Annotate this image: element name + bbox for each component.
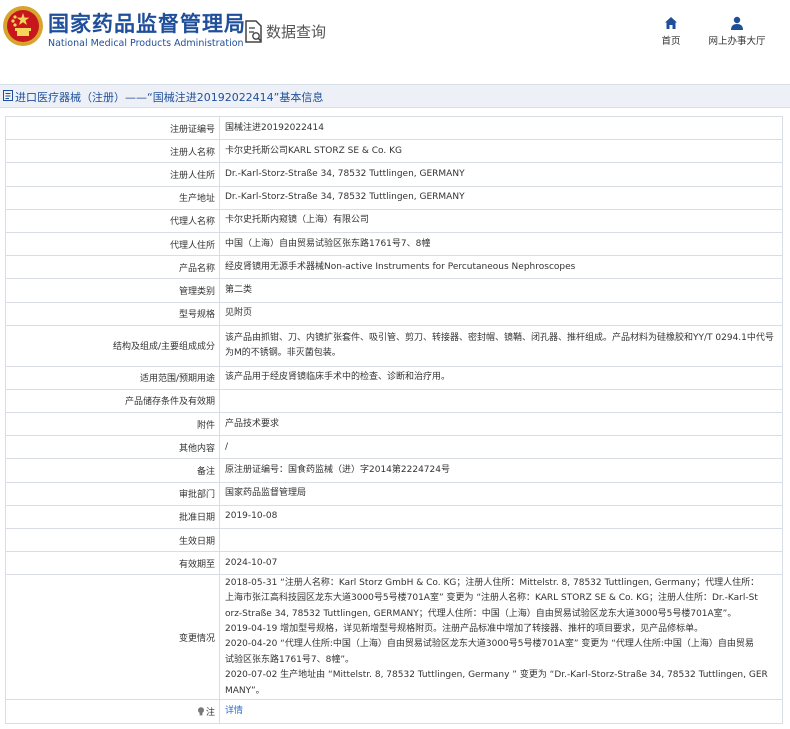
breadcrumb: 进口医疗器械（注册）——“国械注进20192022414”基本信息: [0, 84, 790, 108]
table-row: 注 详情: [5, 699, 783, 724]
field-value-remarks: 原注册证编号：国食药监械（进）字2014第2224724号: [219, 458, 783, 483]
table-row: 批准日期 2019-10-08: [5, 504, 783, 530]
field-value-structure: 该产品由抓钳、刀、内镜扩张套件、吸引管、剪刀、转接器、密封帽、镜鞘、闭孔器、推杆…: [219, 324, 783, 367]
change-line: 2019-04-19 增加型号规格，详见新增型号规格附页。注册产品标准中增加了转…: [225, 623, 704, 634]
field-value-category: 第二类: [219, 278, 783, 303]
field-label: 生效日期: [5, 527, 220, 553]
details-link[interactable]: 详情: [225, 706, 243, 716]
table-row: 生产地址 Dr.-Karl-Storz-Straße 34, 78532 Tut…: [5, 185, 783, 210]
table-row: 结构及组成/主要组成成分 该产品由抓钳、刀、内镜扩张套件、吸引管、剪刀、转接器、…: [5, 324, 783, 367]
field-label: 注册证编号: [5, 115, 220, 141]
field-value-agent: 卡尔史托斯内窥镜（上海）有限公司: [219, 208, 783, 233]
table-row: 审批部门 国家药品监督管理局: [5, 481, 783, 506]
site-name: 国家药品监督管理局: [48, 12, 246, 36]
field-label: 型号规格: [5, 301, 220, 326]
table-row: 注册人住所 Dr.-Karl-Storz-Straße 34, 78532 Tu…: [5, 162, 783, 187]
table-row: 注册证编号 国械注进20192022414: [5, 115, 783, 141]
field-value-intended-use: 该产品用于经皮肾镜临床手术中的检查、诊断和治疗用。: [219, 365, 783, 390]
table-row: 备注 原注册证编号：国食药监械（进）字2014第2224724号: [5, 458, 783, 483]
field-value-other: /: [219, 435, 783, 460]
document-search-icon: [245, 20, 262, 43]
field-label: 产品储存条件及有效期: [5, 388, 220, 414]
table-row: 型号规格 见附页: [5, 301, 783, 326]
table-row: 生效日期: [5, 527, 783, 553]
field-label: 变更情况: [5, 574, 220, 701]
field-value-approval-date: 2019-10-08: [219, 504, 783, 530]
data-query-title: 数据查询: [266, 23, 327, 41]
field-value-reg-no: 国械注进20192022414: [219, 115, 783, 141]
site-name-en: National Medical Products Administration: [48, 38, 244, 49]
nav-home-label: 首页: [661, 36, 681, 47]
change-line: 上海市张江高科技园区龙东大道3000号5号楼701A室” 变更为 “注册人名称：…: [225, 593, 758, 604]
change-line: 试验区张东路1761号7、8幢”。: [225, 654, 355, 665]
table-row: 产品储存条件及有效期: [5, 388, 783, 414]
site-header: 国家药品监督管理局 National Medical Products Admi…: [0, 0, 790, 74]
breadcrumb-text: 进口医疗器械（注册）——“国械注进20192022414”基本信息: [15, 91, 324, 104]
table-row: 变更情况 2018-05-31 “注册人名称：Karl Storz GmbH &…: [5, 574, 783, 701]
field-label: 审批部门: [5, 481, 220, 506]
field-value-attachment: 产品技术要求: [219, 412, 783, 437]
table-row: 管理类别 第二类: [5, 278, 783, 303]
field-label: 其他内容: [5, 435, 220, 460]
home-icon: [665, 17, 677, 29]
field-value-changes: 2018-05-31 “注册人名称：Karl Storz GmbH & Co. …: [219, 574, 783, 701]
change-line: 2020-04-20 “代理人住所:中国（上海）自由贸易试验区龙东大道3000号…: [225, 639, 754, 650]
table-row: 附件 产品技术要求: [5, 412, 783, 437]
field-value-expiry-date: 2024-10-07: [219, 551, 783, 576]
table-row: 有效期至 2024-10-07: [5, 551, 783, 576]
table-row: 代理人名称 卡尔史托斯内窥镜（上海）有限公司: [5, 208, 783, 233]
field-label: 代理人名称: [5, 208, 220, 233]
change-line: 2020-07-02 生产地址由 “Mittelstr. 8, 78532 Tu…: [225, 670, 768, 681]
field-label: 附件: [5, 412, 220, 437]
nav-home[interactable]: 首页: [657, 16, 685, 47]
field-label: 批准日期: [5, 504, 220, 530]
field-value-production-address: Dr.-Karl-Storz-Straße 34, 78532 Tuttling…: [219, 185, 783, 210]
table-row: 产品名称 经皮肾镜用无源手术器械Non-active Instruments f…: [5, 255, 783, 280]
field-value-product-name: 经皮肾镜用无源手术器械Non-active Instruments for Pe…: [219, 255, 783, 280]
field-label: 生产地址: [5, 185, 220, 210]
change-line: MANY”。: [225, 685, 265, 696]
field-label: 备注: [5, 458, 220, 483]
bulb-icon: [197, 707, 204, 716]
table-row: 注册人名称 卡尔史托斯公司KARL STORZ SE & Co. KG: [5, 139, 783, 164]
table-row: 代理人住所 中国（上海）自由贸易试验区张东路1761号7、8幢: [5, 231, 783, 257]
field-label: 代理人住所: [5, 231, 220, 257]
field-label-note: 注: [5, 699, 220, 724]
field-value-note: 详情: [219, 699, 783, 724]
field-value-registrant: 卡尔史托斯公司KARL STORZ SE & Co. KG: [219, 139, 783, 164]
field-value-registrant-address: Dr.-Karl-Storz-Straße 34, 78532 Tuttling…: [219, 162, 783, 187]
field-value-agent-address: 中国（上海）自由贸易试验区张东路1761号7、8幢: [219, 231, 783, 257]
field-value-storage: [219, 388, 783, 414]
change-line: orz-Straße 34, 78532 Tuttlingen, GERMANY…: [225, 608, 737, 619]
national-emblem-logo[interactable]: [2, 4, 44, 48]
field-label: 结构及组成/主要组成成分: [5, 324, 220, 367]
user-icon: [731, 16, 743, 30]
field-value-approval-dept: 国家药品监督管理局: [219, 481, 783, 506]
field-label: 产品名称: [5, 255, 220, 280]
field-value-model: 见附页: [219, 301, 783, 326]
table-row: 适用范围/预期用途 该产品用于经皮肾镜临床手术中的检查、诊断和治疗用。: [5, 365, 783, 390]
field-label: 注册人住所: [5, 162, 220, 187]
field-label: 有效期至: [5, 551, 220, 576]
note-label: 注: [205, 707, 215, 718]
table-row: 其他内容 /: [5, 435, 783, 460]
field-value-effective-date: [219, 527, 783, 553]
nav-online-office-label: 网上办事大厅: [708, 36, 766, 47]
field-label: 管理类别: [5, 278, 220, 303]
list-icon: [3, 90, 13, 101]
change-line: 2018-05-31 “注册人名称：Karl Storz GmbH & Co. …: [225, 577, 760, 588]
nav-online-office[interactable]: 网上办事大厅: [704, 16, 770, 47]
field-label: 适用范围/预期用途: [5, 365, 220, 390]
field-label: 注册人名称: [5, 139, 220, 164]
registration-detail-table: 注册证编号 国械注进20192022414 注册人名称 卡尔史托斯公司KARL …: [5, 115, 783, 724]
